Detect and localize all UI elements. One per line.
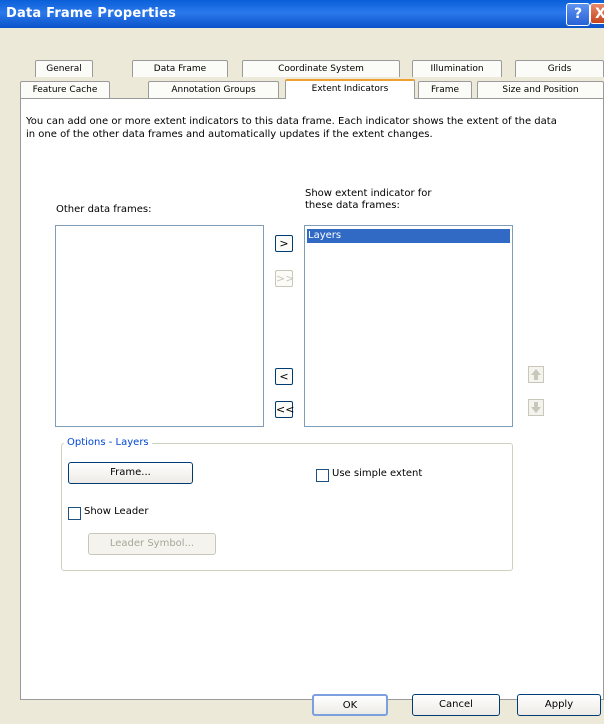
tab-illumination[interactable]: Illumination [412,60,502,77]
window-title: Data Frame Properties [6,6,177,21]
help-button[interactable]: ? [566,3,590,26]
show-leader-label: Show Leader [84,506,149,517]
options-group-label: Options - Layers [64,437,152,448]
close-button[interactable]: X [590,3,604,24]
tab-extent-indicators[interactable]: Extent Indicators [285,79,415,99]
tab-feature-cache[interactable]: Feature Cache [20,81,110,98]
use-simple-extent-label: Use simple extent [332,468,423,479]
apply-button[interactable]: Apply [517,694,601,716]
frame-button[interactable]: Frame... [68,462,193,484]
add-all-button[interactable]: >> [275,270,294,287]
ok-button[interactable]: OK [312,694,388,716]
show-frames-label-line2: these data frames: [305,200,400,211]
show-leader-checkbox[interactable] [68,507,81,520]
tab-size-and-position[interactable]: Size and Position [477,81,604,98]
remove-all-button[interactable]: << [275,401,294,418]
arrow-down-icon [531,402,541,413]
show-frames-list[interactable]: Layers [304,225,513,427]
list-item[interactable]: Layers [307,229,510,243]
description-text: You can add one or more extent indicator… [26,116,557,140]
use-simple-extent-checkbox[interactable] [316,469,329,482]
move-down-button[interactable] [528,399,544,416]
other-frames-list[interactable] [55,225,264,427]
leader-symbol-button[interactable]: Leader Symbol... [88,533,216,555]
show-frames-label-line1: Show extent indicator for [305,188,432,199]
add-button[interactable]: > [275,235,293,252]
tab-data-frame[interactable]: Data Frame [132,60,228,77]
dialog-window: Data Frame Properties ? X General Data F… [0,0,604,724]
title-bar[interactable]: Data Frame Properties ? X [0,0,604,28]
tab-general[interactable]: General [35,60,93,77]
tab-coordinate-system[interactable]: Coordinate System [242,60,400,77]
cancel-button[interactable]: Cancel [412,694,500,716]
tab-annotation-groups[interactable]: Annotation Groups [148,81,279,98]
move-up-button[interactable] [528,366,544,383]
remove-button[interactable]: < [275,368,293,385]
arrow-up-icon [531,369,541,380]
other-frames-label: Other data frames: [56,204,152,215]
tab-grids[interactable]: Grids [515,60,604,77]
tab-frame[interactable]: Frame [418,81,472,98]
